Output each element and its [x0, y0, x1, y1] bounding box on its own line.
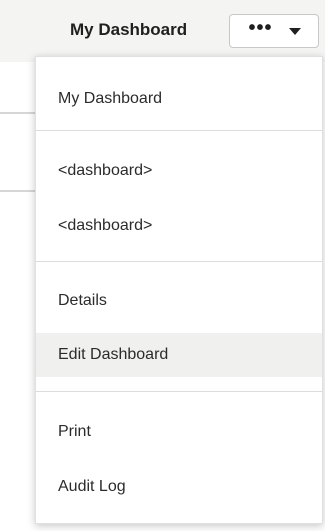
- menu-item-dashboard-2[interactable]: <dashboard>: [36, 204, 322, 248]
- dashboard-title: My Dashboard: [70, 20, 188, 39]
- menu-item-details[interactable]: Details: [36, 279, 322, 323]
- menu-divider: [36, 130, 322, 131]
- menu-item-audit-log[interactable]: Audit Log: [36, 465, 322, 509]
- menu-divider: [36, 261, 322, 262]
- menu-item-dashboard-1[interactable]: <dashboard>: [36, 149, 322, 193]
- background-divider: [0, 190, 40, 192]
- dashboard-dropdown-menu: My Dashboard <dashboard> <dashboard> Det…: [35, 56, 323, 524]
- menu-item-print[interactable]: Print: [36, 410, 322, 454]
- background-divider: [0, 112, 40, 114]
- actions-menu-button[interactable]: •••: [229, 14, 319, 48]
- menu-divider: [36, 391, 322, 392]
- caret-down-icon: [289, 27, 302, 35]
- more-horizontal-icon: •••: [248, 17, 273, 39]
- menu-item-edit-dashboard[interactable]: Edit Dashboard: [36, 333, 322, 377]
- menu-item-my-dashboard[interactable]: My Dashboard: [36, 77, 322, 121]
